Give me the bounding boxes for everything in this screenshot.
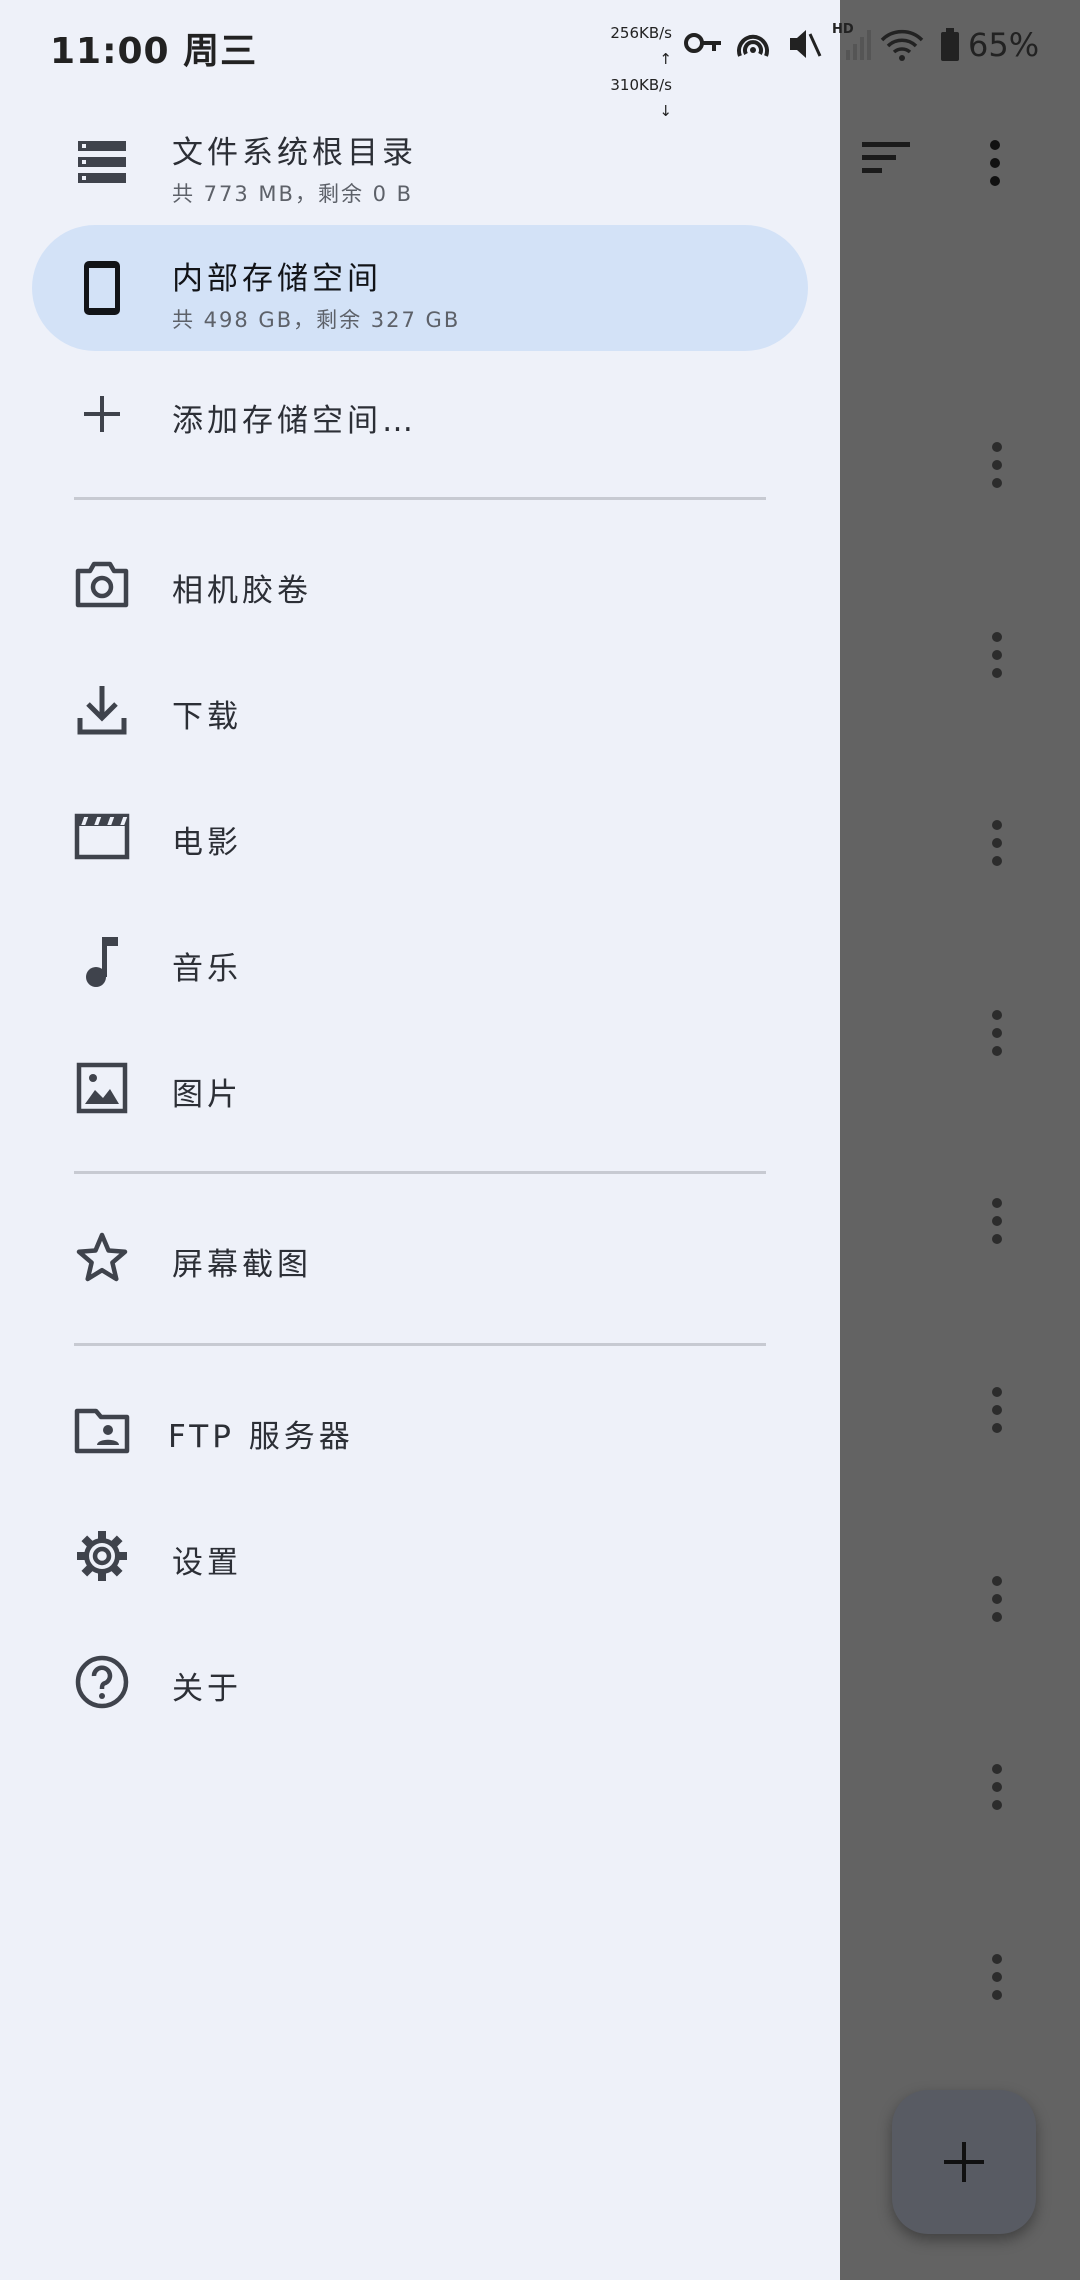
cell-signal-icon	[846, 30, 871, 60]
row-more-icon[interactable]	[982, 1385, 1012, 1435]
drawer-item-movies[interactable]: 电影	[32, 773, 808, 899]
drawer-item-label: 文件系统根目录	[172, 135, 417, 171]
gear-icon	[74, 1528, 130, 1584]
network-speed: 256KB/s ↑ 310KB/s ↓	[596, 20, 672, 124]
drawer-item-pictures[interactable]: 图片	[32, 1025, 808, 1151]
drawer-item-internal-storage[interactable]: 内部存储空间 共 498 GB，剩余 327 GB	[32, 225, 808, 351]
wifi-icon	[880, 29, 924, 61]
music-icon	[74, 934, 130, 990]
add-fab-button[interactable]	[892, 2090, 1036, 2234]
sort-icon[interactable]	[860, 138, 912, 178]
battery-percent: 65%	[968, 26, 1040, 64]
drawer-item-label: FTP 服务器	[168, 1419, 354, 1455]
storage-capacity: 共 773 MB，剩余 0 B	[172, 182, 414, 206]
ftp-folder-icon	[74, 1402, 130, 1458]
drawer-item-downloads[interactable]: 下载	[32, 647, 808, 773]
row-more-icon[interactable]	[982, 1008, 1012, 1058]
row-more-icon[interactable]	[982, 1574, 1012, 1624]
drawer-item-label: 内部存储空间	[172, 261, 382, 297]
row-more-icon[interactable]	[982, 630, 1012, 680]
add-icon	[74, 386, 130, 442]
drawer-item-label: 图片	[172, 1077, 242, 1113]
mute-icon	[790, 30, 822, 58]
drawer-item-label: 音乐	[172, 951, 242, 987]
download-icon	[74, 682, 130, 738]
image-icon	[74, 1060, 130, 1116]
more-options-icon[interactable]	[980, 138, 1010, 188]
drawer-item-label: 添加存储空间…	[172, 403, 417, 439]
phone-icon	[74, 260, 130, 316]
drawer-item-about[interactable]: 关于	[32, 1619, 808, 1745]
drawer-item-screenshots[interactable]: 屏幕截图	[32, 1195, 808, 1321]
row-more-icon[interactable]	[982, 1762, 1012, 1812]
status-bar: 11:00 周三 256KB/s ↑ 310KB/s ↓ HD 65%	[0, 0, 1080, 120]
net-upload-speed: 256KB/s ↑	[610, 24, 672, 68]
drawer-item-label: 相机胶卷	[172, 573, 312, 609]
divider	[74, 497, 766, 500]
net-download-speed: 310KB/s ↓	[610, 76, 672, 120]
drawer-item-camera-roll[interactable]: 相机胶卷	[32, 521, 808, 647]
drawer-item-add-storage[interactable]: 添加存储空间…	[32, 351, 808, 477]
drawer-item-music[interactable]: 音乐	[32, 899, 808, 1025]
plus-icon	[944, 2142, 984, 2182]
battery-icon	[941, 28, 959, 61]
navigation-drawer: 文件系统根目录 共 773 MB，剩余 0 B 内部存储空间 共 498 GB，…	[0, 0, 840, 2280]
drawer-item-ftp-server[interactable]: FTP 服务器	[32, 1367, 808, 1493]
row-more-icon[interactable]	[982, 1952, 1012, 2002]
status-time: 11:00 周三	[50, 31, 258, 72]
movie-icon	[74, 808, 130, 864]
vpn-key-icon	[684, 33, 721, 53]
storage-capacity: 共 498 GB，剩余 327 GB	[172, 308, 461, 332]
drawer-item-label: 设置	[172, 1545, 242, 1581]
star-icon	[74, 1230, 130, 1286]
hotspot-icon	[737, 34, 769, 57]
divider	[74, 1171, 766, 1174]
row-more-icon[interactable]	[982, 1196, 1012, 1246]
divider	[74, 1343, 766, 1346]
drawer-item-label: 关于	[172, 1671, 242, 1707]
drawer-item-filesystem-root[interactable]: 文件系统根目录 共 773 MB，剩余 0 B	[32, 99, 808, 225]
row-more-icon[interactable]	[982, 440, 1012, 490]
camera-icon	[74, 556, 130, 612]
drawer-item-settings[interactable]: 设置	[32, 1493, 808, 1619]
storage-icon	[74, 134, 130, 190]
row-more-icon[interactable]	[982, 818, 1012, 868]
help-icon	[74, 1654, 130, 1710]
drawer-item-label: 电影	[172, 825, 242, 861]
drawer-item-label: 屏幕截图	[172, 1247, 312, 1283]
drawer-item-label: 下载	[172, 699, 242, 735]
